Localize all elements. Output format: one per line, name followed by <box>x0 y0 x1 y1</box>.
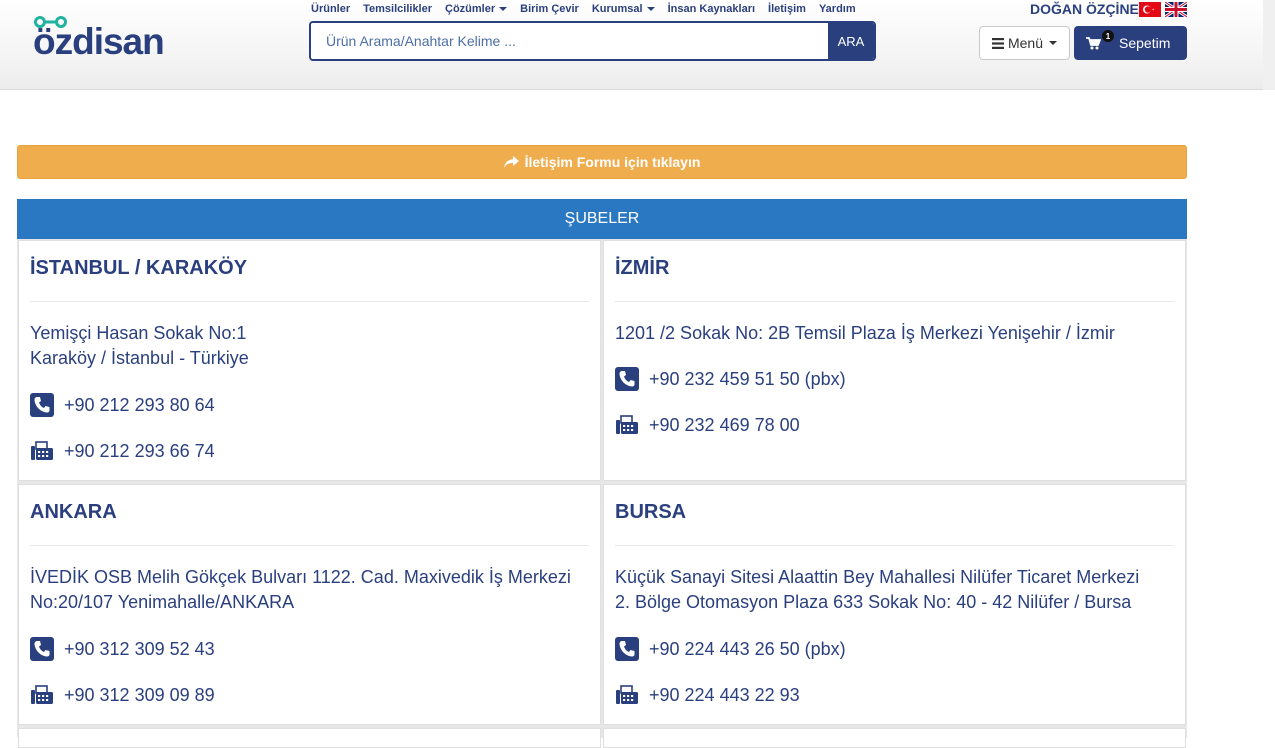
fax-icon <box>31 441 53 460</box>
caret-down-icon <box>499 7 508 11</box>
branch-address: İVEDİK OSB Melih Gökçek Bulvarı 1122. Ca… <box>30 565 589 615</box>
fax-icon <box>616 415 638 434</box>
turkish-flag-icon[interactable] <box>1139 2 1161 17</box>
fax-icon <box>31 685 53 704</box>
nav-urunler[interactable]: Ürünler <box>311 3 350 15</box>
scrollbar-track[interactable] <box>1263 0 1275 90</box>
branch-card-next <box>18 728 601 748</box>
nav-cozumler[interactable]: Çözümler <box>445 3 508 15</box>
branch-divider <box>30 545 589 546</box>
user-name-link[interactable]: DOĞAN ÖZÇİNE <box>1030 1 1139 17</box>
nav-birim-cevir[interactable]: Birim Çevir <box>520 3 579 15</box>
menu-button[interactable]: Menü <box>979 26 1070 60</box>
contact-form-button[interactable]: İletişim Formu için tıklayın <box>17 145 1187 179</box>
share-arrow-icon <box>503 156 519 168</box>
branch-fax-row[interactable]: +90 212 293 66 74 <box>30 439 215 463</box>
caret-down-icon <box>646 7 655 11</box>
branch-card-izmir: İZMİR 1201 /2 Sokak No: 2B Temsil Plaza … <box>603 240 1186 481</box>
address-line: 2. Bölge Otomasyon Plaza 633 Sokak No: 4… <box>615 592 1132 612</box>
address-line: 1201 /2 Sokak No: 2B Temsil Plaza İş Mer… <box>615 323 1115 343</box>
branch-phone: +90 312 309 52 43 <box>64 638 215 659</box>
branch-divider <box>30 301 589 302</box>
site-header: özdisan Ürünler Temsilcilikler Çözümler … <box>0 0 1275 90</box>
address-line: Yemişçi Hasan Sokak No:1 <box>30 323 247 343</box>
address-line: Küçük Sanayi Sitesi Alaattin Bey Mahalle… <box>615 567 1140 587</box>
branch-address: Küçük Sanayi Sitesi Alaattin Bey Mahalle… <box>615 565 1174 615</box>
branch-fax: +90 312 309 09 89 <box>64 684 215 705</box>
branch-fax: +90 212 293 66 74 <box>64 440 215 461</box>
nav-yardim[interactable]: Yardım <box>819 3 856 15</box>
branch-phone-row[interactable]: +90 312 309 52 43 <box>30 637 215 661</box>
phone-icon <box>30 393 54 417</box>
branches-title: ŞUBELER <box>564 210 640 227</box>
cart-button-label: Sepetim <box>1119 35 1171 51</box>
branch-name: ANKARA <box>30 501 117 523</box>
nav-kurumsal[interactable]: Kurumsal <box>592 3 655 15</box>
top-navigation: Ürünler Temsilcilikler Çözümler Birim Çe… <box>311 1 869 17</box>
branch-phone: +90 212 293 80 64 <box>64 394 215 415</box>
phone-icon <box>30 637 54 661</box>
cart-button[interactable]: 1 Sepetim <box>1074 26 1187 60</box>
branch-address: 1201 /2 Sokak No: 2B Temsil Plaza İş Mer… <box>615 321 1174 346</box>
branch-phone-row[interactable]: +90 232 459 51 50 (pbx) <box>615 367 846 391</box>
branch-card-istanbul: İSTANBUL / KARAKÖY Yemişçi Hasan Sokak N… <box>18 240 601 481</box>
branch-phone: +90 224 443 26 50 (pbx) <box>649 638 846 659</box>
logo-wordmark: özdisan <box>33 21 164 60</box>
branch-fax-row[interactable]: +90 312 309 09 89 <box>30 683 215 707</box>
contact-form-label: İletişim Formu için tıklayın <box>524 154 701 170</box>
branch-fax: +90 224 443 22 93 <box>649 684 800 705</box>
uk-flag-icon[interactable] <box>1165 2 1187 17</box>
branches-grid: İSTANBUL / KARAKÖY Yemişçi Hasan Sokak N… <box>17 239 1187 748</box>
branch-divider <box>615 545 1174 546</box>
ozdisan-logo[interactable]: özdisan <box>33 12 198 60</box>
nav-insan-kaynaklari[interactable]: İnsan Kaynakları <box>668 3 755 15</box>
menu-button-label: Menü <box>1007 35 1044 51</box>
branch-address: Yemişçi Hasan Sokak No:1 Karaköy / İstan… <box>30 321 589 371</box>
search-button[interactable]: ARA <box>828 23 874 59</box>
branch-phone-row[interactable]: +90 212 293 80 64 <box>30 393 215 417</box>
branch-fax: +90 232 469 78 00 <box>649 414 800 435</box>
branch-fax-row[interactable]: +90 232 469 78 00 <box>615 413 800 437</box>
address-line: No:20/107 Yenimahalle/ANKARA <box>30 592 295 612</box>
search-input[interactable] <box>311 23 828 59</box>
branch-card-bursa: BURSA Küçük Sanayi Sitesi Alaattin Bey M… <box>603 484 1186 725</box>
branch-card-ankara: ANKARA İVEDİK OSB Melih Gökçek Bulvarı 1… <box>18 484 601 725</box>
branch-fax-row[interactable]: +90 224 443 22 93 <box>615 683 800 707</box>
phone-icon <box>615 637 639 661</box>
address-line: Karaköy / İstanbul - Türkiye <box>30 348 249 368</box>
branch-phone: +90 232 459 51 50 (pbx) <box>649 368 846 389</box>
cart-icon <box>1086 36 1101 49</box>
hamburger-icon <box>991 37 1004 49</box>
nav-iletisim[interactable]: İletişim <box>768 3 806 15</box>
branches-header: ŞUBELER <box>17 199 1187 239</box>
branch-phone-row[interactable]: +90 224 443 26 50 (pbx) <box>615 637 846 661</box>
nav-temsilcilikler[interactable]: Temsilcilikler <box>363 3 432 15</box>
caret-down-icon <box>1049 41 1058 45</box>
phone-icon <box>615 367 639 391</box>
fax-icon <box>616 685 638 704</box>
search-bar: ARA <box>309 21 876 61</box>
address-line: İVEDİK OSB Melih Gökçek Bulvarı 1122. Ca… <box>30 567 571 587</box>
branch-name: BURSA <box>615 501 687 523</box>
branch-name: İZMİR <box>615 257 670 279</box>
branch-divider <box>615 301 1174 302</box>
branch-card-next <box>603 728 1186 748</box>
cart-count-badge: 1 <box>1102 30 1114 42</box>
branch-name: İSTANBUL / KARAKÖY <box>30 257 248 279</box>
